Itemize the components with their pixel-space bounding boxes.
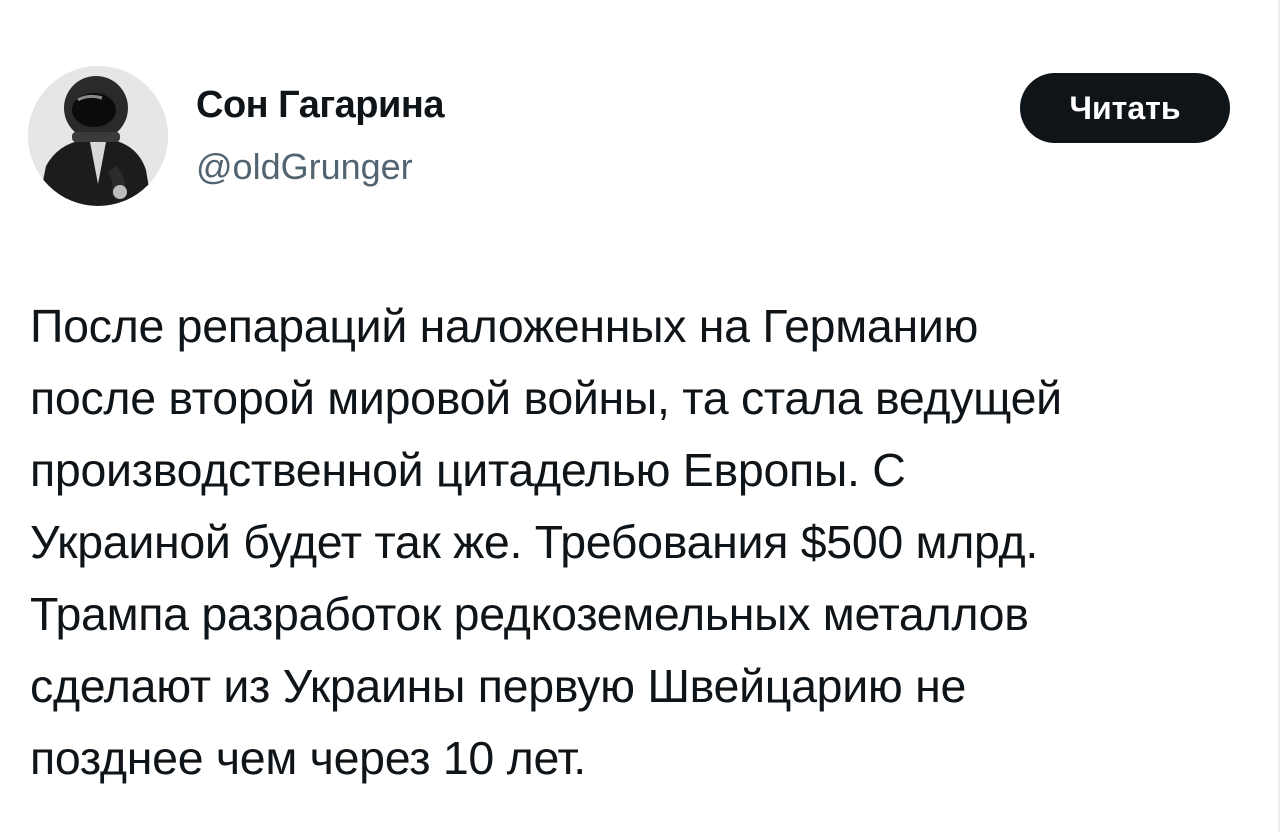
tweet-text-line: сделают из Украины первую Швейцарию не bbox=[30, 660, 967, 712]
user-handle[interactable]: @oldGrunger bbox=[196, 146, 413, 188]
tweet-text-line: После репараций наложенных на Германию bbox=[30, 300, 979, 352]
display-name[interactable]: Сон Гагарина bbox=[196, 84, 444, 127]
astronaut-avatar-icon bbox=[28, 66, 168, 206]
tweet-text-line: производственной цитаделью Европы. С bbox=[30, 444, 906, 496]
tweet-text: После репараций наложенных на Германию п… bbox=[30, 290, 1255, 794]
tweet-text-line: Трампа разработок редкоземельных металло… bbox=[30, 588, 1029, 640]
avatar[interactable] bbox=[28, 66, 168, 206]
tweet-text-line: позднее чем через 10 лет. bbox=[30, 732, 586, 784]
follow-button[interactable]: Читать bbox=[1020, 73, 1230, 143]
tweet-card: Сон Гагарина @oldGrunger Читать После ре… bbox=[0, 0, 1280, 832]
tweet-text-line: после второй мировой войны, та стала вед… bbox=[30, 372, 1062, 424]
tweet-text-line: Украиной будет так же. Требования $500 м… bbox=[30, 516, 1039, 568]
